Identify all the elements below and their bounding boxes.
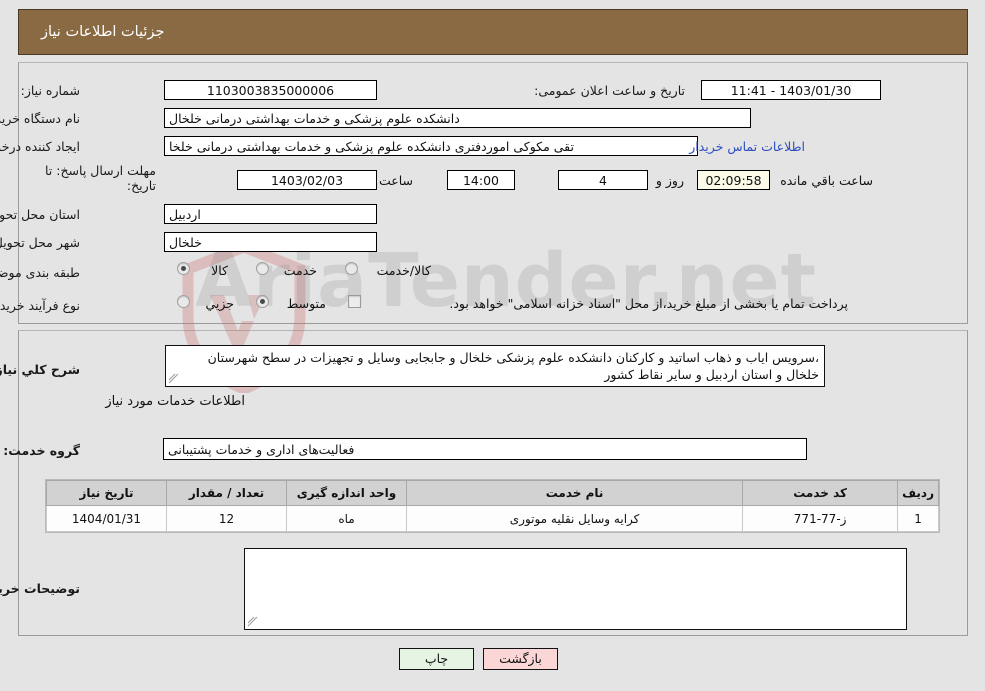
need-info-panel [18,62,968,324]
service-group-label: گروه خدمت: [3,443,80,458]
delivery-province-label: استان محل تحویل: [0,207,80,222]
th-service-name: نام خدمت [405,480,744,506]
radio-label-kala: کالا [211,263,228,278]
remaining-hours-label: ساعت باقي مانده [780,173,873,188]
response-deadline-label: مهلت ارسال پاسخ: تا تاریخ: [45,163,156,193]
remaining-days-value: 4 [558,170,648,190]
radio-process-motavasset[interactable] [256,295,269,308]
page-title: جزئیات اطلاعات نیاز [41,24,165,40]
page-root: AriaTender.net جزئیات اطلاعات نیاز شماره… [0,0,985,691]
deadline-hour-value: 14:00 [447,170,515,190]
resize-grip-icon[interactable] [168,373,180,385]
table-header-row: ردیف کد خدمت نام خدمت واحد اندازه گیری ت… [46,480,939,506]
request-creator-label: ایجاد کننده درخواست: [0,139,80,154]
services-section-heading: اطلاعات خدمات مورد نیاز [105,394,245,409]
radio-classification-khedmat[interactable] [256,262,269,275]
th-need-date: تاریخ نیاز [46,480,167,506]
treasury-docs-label: پرداخت تمام یا بخشی از مبلغ خرید،از محل … [449,296,848,311]
announce-datetime-value: 1403/01/30 - 11:41 [701,80,881,100]
radio-classification-kala-khedmat[interactable] [345,262,358,275]
need-summary-label: شرح کلي نیاز: [0,362,80,377]
delivery-city-label: شهر محل تحویل: [0,235,80,250]
page-title-bar: جزئیات اطلاعات نیاز [18,9,968,55]
radio-process-jozei[interactable] [177,295,190,308]
th-quantity: تعداد / مقدار [166,480,287,506]
cell-service-code: ز-77-771 [742,505,899,532]
cell-unit: ماه [286,505,407,532]
need-summary-textarea[interactable]: ،سرویس ایاب و ذهاب اساتید و کارکنان دانش… [165,345,825,387]
cell-quantity: 12 [166,505,287,532]
classification-label: طبقه بندی موضوعی: [0,265,80,280]
services-table-wrapper: ردیف کد خدمت نام خدمت واحد اندازه گیری ت… [45,479,940,533]
cell-service-name: کرایه وسایل نقلیه موتوری [405,505,744,532]
buyer-name-label: نام دستگاه خریدار: [0,111,80,126]
need-number-value: 1103003835000006 [164,80,377,100]
request-creator-value: تقی مکوکی اموردفتری دانشکده علوم پزشکی و… [164,136,698,156]
back-button[interactable]: بازگشت [483,648,558,670]
buyer-notes-textarea[interactable] [244,548,907,630]
buyer-notes-label: توضیحات خریدار; [0,581,80,596]
th-service-code: کد خدمت [742,480,899,506]
delivery-city-value: خلخال [164,232,377,252]
need-summary-text: ،سرویس ایاب و ذهاب اساتید و کارکنان دانش… [207,350,819,382]
hour-label: ساعت [378,173,413,188]
cell-need-date: 1404/01/31 [46,505,167,532]
radio-label-jozei: جزیي [205,296,234,311]
th-unit: واحد اندازه گیری [286,480,407,506]
purchase-process-label: نوع فرآیند خرید : [0,298,80,313]
cell-radif: 1 [897,505,939,532]
days-label: روز و [655,173,684,188]
announce-datetime-label: تاریخ و ساعت اعلان عمومی: [534,83,685,98]
radio-classification-kala[interactable] [177,262,190,275]
delivery-province-value: اردبیل [164,204,377,224]
radio-label-khedmat: خدمت [283,263,317,278]
th-radif: ردیف [897,480,939,506]
buyer-contact-link[interactable]: اطلاعات تماس خریدار [689,139,805,154]
print-button[interactable]: چاپ [399,648,474,670]
countdown-value: 02:09:58 [697,170,770,190]
deadline-date-value: 1403/02/03 [237,170,377,190]
services-table: ردیف کد خدمت نام خدمت واحد اندازه گیری ت… [46,480,939,532]
treasury-docs-checkbox[interactable] [348,295,361,308]
radio-label-motavasset: متوسط [286,296,326,311]
resize-grip-icon[interactable] [247,616,259,628]
radio-label-kala-khedmat: کالا/خدمت [376,263,431,278]
buyer-name-value: دانشکده علوم پزشکی و خدمات بهداشتی درمان… [164,108,751,128]
service-group-value: فعالیت‌های اداری و خدمات پشتیبانی [163,438,807,460]
table-row: 1 ز-77-771 کرایه وسایل نقلیه موتوری ماه … [46,505,939,532]
